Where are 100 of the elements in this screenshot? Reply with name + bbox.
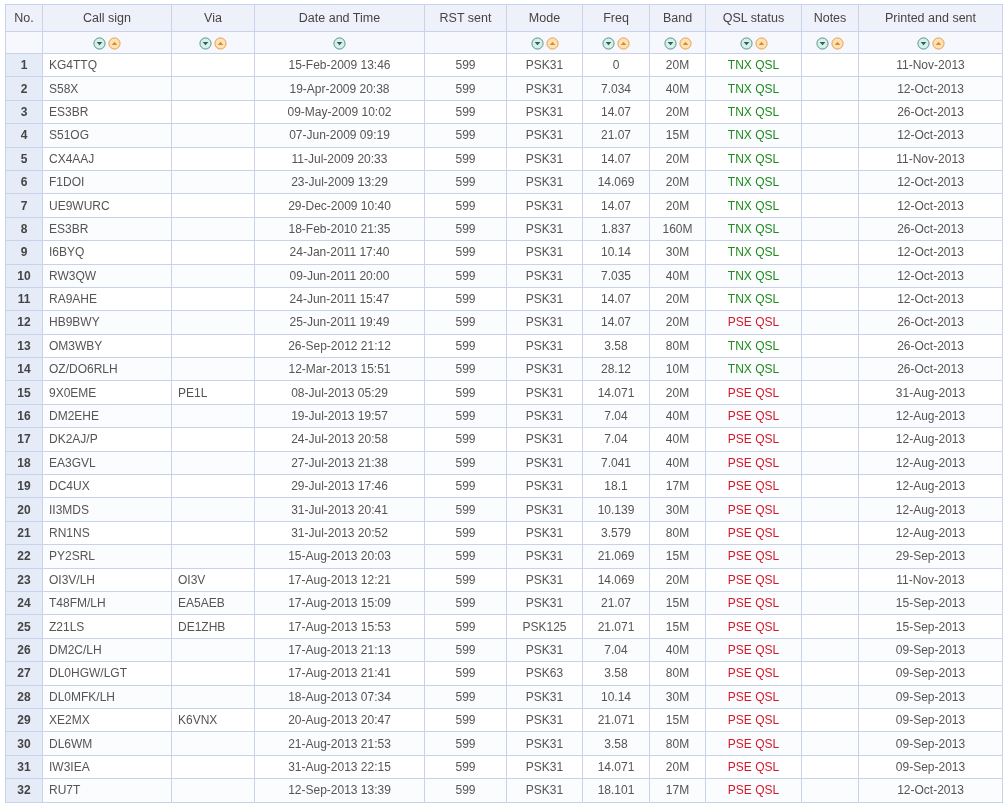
rst-cell: 599	[424, 755, 507, 779]
band-cell: 20M	[649, 193, 706, 218]
date-time-cell: 23-Jul-2009 13:29	[254, 170, 425, 194]
date-time-cell: 09-May-2009 10:02	[254, 100, 425, 124]
date-time-cell: 17-Aug-2013 12:21	[254, 568, 425, 592]
call-sign-cell: I6BYQ	[42, 240, 172, 264]
column-header: Notes	[801, 4, 859, 32]
printed-date-cell: 12-Aug-2013	[858, 497, 1003, 522]
band-cell: 20M	[649, 568, 706, 592]
date-time-cell: 11-Jul-2009 20:33	[254, 147, 425, 171]
row-number: 21	[5, 521, 43, 545]
row-number: 18	[5, 451, 43, 475]
rst-cell: 599	[424, 474, 507, 498]
call-sign-cell: ES3BR	[42, 217, 172, 241]
date-time-cell: 26-Sep-2012 21:12	[254, 334, 425, 358]
sort-descending-icon[interactable]	[93, 36, 106, 50]
qsl-status: PSE QSL	[727, 596, 780, 611]
mode-cell: PSK63	[506, 661, 583, 686]
column-header: RST sent	[424, 4, 507, 32]
date-time-cell: 19-Apr-2009 20:38	[254, 76, 425, 101]
qsl-status: PSE QSL	[727, 502, 780, 517]
qsl-status: PSE QSL	[727, 432, 780, 447]
row-number: 23	[5, 568, 43, 592]
freq-cell: 14.069	[582, 568, 650, 592]
rst-cell: 599	[424, 240, 507, 264]
qsl-status: TNX QSL	[727, 268, 780, 283]
printed-date-cell: 31-Aug-2013	[858, 380, 1003, 405]
sort-descending-icon[interactable]	[739, 36, 753, 50]
freq-cell: 14.071	[582, 755, 650, 779]
printed-date-cell: 12-Aug-2013	[858, 404, 1003, 428]
printed-date-cell: 12-Oct-2013	[858, 76, 1003, 101]
call-sign-cell: XE2MX	[42, 708, 172, 732]
qsl-status: TNX QSL	[727, 362, 780, 377]
column-header: Band	[649, 4, 706, 32]
date-time-cell: 24-Jul-2013 20:58	[254, 427, 425, 452]
printed-date-cell: 12-Oct-2013	[858, 287, 1003, 311]
sort-descending-icon[interactable]	[199, 36, 212, 50]
qsl-status: TNX QSL	[727, 198, 780, 213]
band-cell: 80M	[649, 334, 706, 358]
printed-date-cell: 12-Aug-2013	[858, 427, 1003, 452]
date-time-cell: 15-Feb-2009 13:46	[254, 53, 425, 77]
row-number: 26	[5, 638, 43, 662]
column-header: No.	[5, 4, 43, 32]
printed-date-cell: 26-Oct-2013	[858, 357, 1003, 381]
sort-descending-icon[interactable]	[663, 36, 677, 50]
freq-cell: 14.07	[582, 100, 650, 124]
sort-descending-icon[interactable]	[602, 36, 615, 50]
sort-descending-icon[interactable]	[816, 36, 829, 50]
printed-date-cell: 09-Sep-2013	[858, 685, 1003, 709]
date-time-cell: 19-Jul-2013 19:57	[254, 404, 425, 428]
date-time-cell: 24-Jan-2011 17:40	[254, 240, 425, 264]
band-cell: 30M	[649, 240, 706, 264]
call-sign-cell: Z21LS	[42, 614, 172, 639]
row-number: 6	[5, 170, 43, 194]
call-sign-cell: S51OG	[42, 123, 172, 148]
date-time-cell: 17-Aug-2013 21:41	[254, 661, 425, 686]
printed-date-cell: 09-Sep-2013	[858, 731, 1003, 756]
mode-cell: PSK31	[506, 708, 583, 732]
column-header: Printed and sent	[858, 4, 1003, 32]
rst-cell: 599	[424, 147, 507, 171]
row-number: 8	[5, 217, 43, 241]
qsl-status: PSE QSL	[727, 642, 780, 657]
column-header: Date and Time	[254, 4, 425, 32]
row-number: 15	[5, 380, 43, 405]
printed-date-cell: 11-Nov-2013	[858, 568, 1003, 592]
row-number: 2	[5, 76, 43, 101]
mode-cell: PSK31	[506, 568, 583, 592]
call-sign-cell: KG4TTQ	[42, 53, 172, 77]
row-number: 20	[5, 497, 43, 522]
date-time-cell: 29-Jul-2013 17:46	[254, 474, 425, 498]
call-sign-cell: CX4AAJ	[42, 147, 172, 171]
row-number: 9	[5, 240, 43, 264]
qsl-status: TNX QSL	[727, 221, 780, 236]
mode-cell: PSK31	[506, 240, 583, 264]
freq-cell: 3.58	[582, 334, 650, 358]
rst-cell: 599	[424, 193, 507, 218]
sort-descending-icon[interactable]	[333, 36, 346, 50]
row-number: 22	[5, 544, 43, 569]
column-header: Via	[171, 4, 255, 32]
band-cell: 40M	[649, 427, 706, 452]
sort-descending-icon[interactable]	[530, 36, 544, 50]
call-sign-cell: RA9AHE	[42, 287, 172, 311]
qsl-status: PSE QSL	[727, 666, 780, 681]
freq-cell: 18.1	[582, 474, 650, 498]
date-time-cell: 07-Jun-2009 09:19	[254, 123, 425, 148]
printed-date-cell: 12-Oct-2013	[858, 264, 1003, 288]
qsl-status: TNX QSL	[727, 175, 780, 190]
freq-cell: 14.07	[582, 287, 650, 311]
row-number: 27	[5, 661, 43, 686]
sort-descending-icon[interactable]	[916, 36, 930, 50]
qsl-status: TNX QSL	[727, 81, 780, 96]
date-time-cell: 18-Aug-2013 07:34	[254, 685, 425, 709]
printed-date-cell: 09-Sep-2013	[858, 661, 1003, 686]
mode-cell: PSK31	[506, 100, 583, 124]
printed-date-cell: 26-Oct-2013	[858, 217, 1003, 241]
printed-date-cell: 12-Aug-2013	[858, 521, 1003, 545]
row-number: 32	[5, 778, 43, 802]
date-time-cell: 31-Jul-2013 20:52	[254, 521, 425, 545]
printed-date-cell: 26-Oct-2013	[858, 334, 1003, 358]
qsl-status: TNX QSL	[727, 128, 780, 143]
